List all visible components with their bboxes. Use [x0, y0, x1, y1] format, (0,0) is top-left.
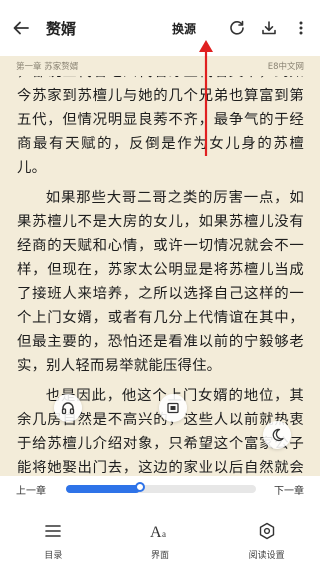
- chapter-name: 第一章 苏家赘婿: [16, 62, 79, 72]
- progress-knob[interactable]: [135, 482, 146, 492]
- headphones-icon[interactable]: [54, 394, 82, 422]
- next-chapter-button[interactable]: 下一章: [274, 482, 304, 497]
- tab-reading-settings[interactable]: 阅读设置: [213, 514, 320, 570]
- chapter-progress: 上一章 下一章: [0, 476, 320, 502]
- progress-fill: [66, 485, 141, 493]
- paragraph: ，都说三代看吃四代看穿五代看文章，到如今苏家到苏檀儿与她的几个兄弟也算富到第五代…: [17, 76, 304, 176]
- reading-content[interactable]: ，都说三代看吃四代看穿五代看文章，到如今苏家到苏檀儿与她的几个兄弟也算富到第五代…: [0, 76, 320, 476]
- paragraph: 如果那些大哥二哥之类的厉害一点，如果苏檀儿不是大房的女儿，如果苏檀儿没有经商的天…: [17, 190, 304, 374]
- progress-slider[interactable]: [66, 482, 256, 493]
- annotation-arrow-icon: [199, 40, 213, 156]
- chapter-source: E8中文网: [267, 62, 304, 72]
- svg-text:a: a: [162, 529, 166, 539]
- tab-label: 界面: [151, 551, 170, 561]
- switch-source-button[interactable]: 换源: [172, 20, 196, 37]
- tab-label: 阅读设置: [248, 551, 285, 561]
- tab-catalog[interactable]: 目录: [0, 514, 107, 570]
- download-icon[interactable]: [258, 17, 280, 39]
- book-title: 赘婿: [46, 19, 77, 38]
- back-arrow-icon[interactable]: [10, 17, 32, 39]
- refresh-icon[interactable]: [226, 17, 248, 39]
- bottom-panel: 上一章 下一章 目录 Aa 界面 阅读设置: [0, 476, 320, 570]
- font-size-icon: Aa: [149, 520, 171, 542]
- svg-text:A: A: [150, 524, 162, 540]
- top-bar: 赘婿 换源: [0, 0, 320, 56]
- prev-chapter-button[interactable]: 上一章: [16, 482, 46, 497]
- menu-list-icon: [42, 520, 64, 542]
- screen-brightness-icon[interactable]: [159, 394, 187, 422]
- more-vertical-icon[interactable]: [290, 17, 312, 39]
- chapter-info: 第一章 苏家赘婿 E8中文网: [0, 56, 320, 76]
- moon-icon[interactable]: [263, 421, 291, 449]
- bottom-tabs: 目录 Aa 界面 阅读设置: [0, 514, 320, 570]
- settings-hexagon-icon: [256, 520, 278, 542]
- tab-interface[interactable]: Aa 界面: [107, 514, 214, 570]
- tab-label: 目录: [44, 551, 63, 561]
